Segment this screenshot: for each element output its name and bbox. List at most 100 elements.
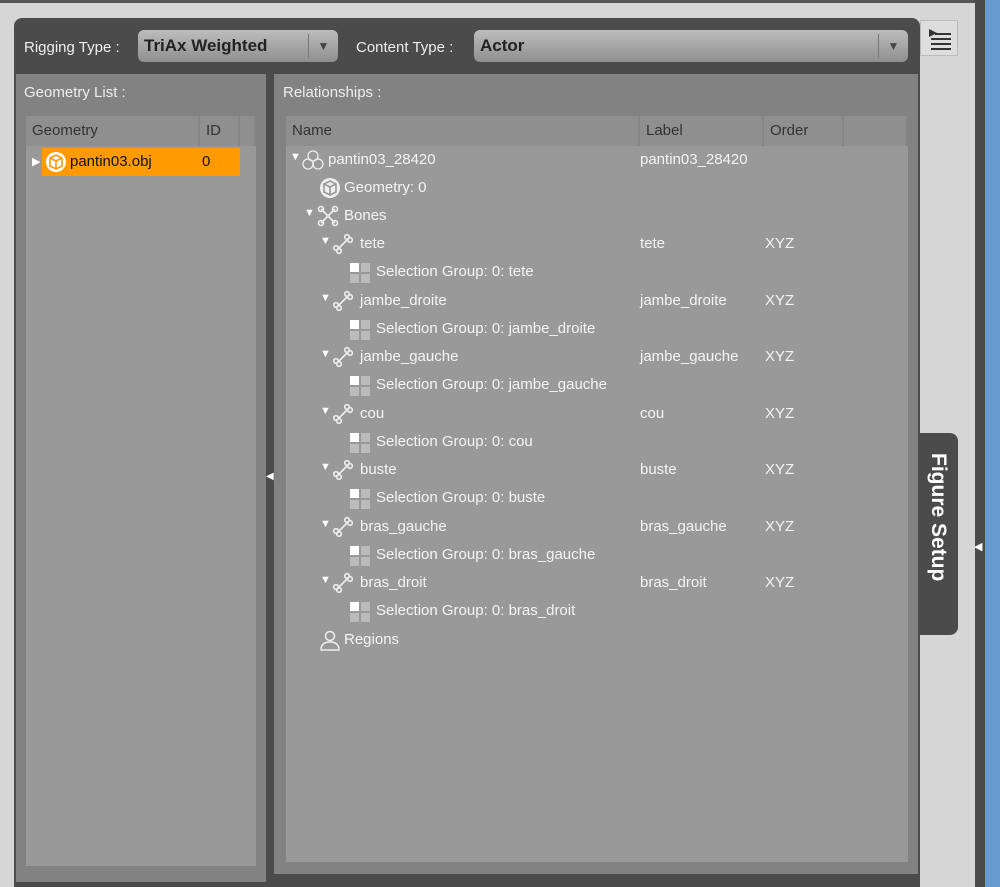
node-name: Selection Group: 0: buste [376, 489, 546, 506]
bone-icon [332, 516, 354, 537]
expand-arrow-icon[interactable]: ▼ [290, 151, 301, 163]
tree-row-selection-group[interactable]: Selection Group: 0: jambe_gauche [286, 371, 908, 399]
node-name: jambe_gauche [360, 348, 459, 365]
pane-menu-button[interactable] [920, 20, 958, 56]
tree-row-bone[interactable]: ▼ jambe_droite jambe_droite XYZ [286, 287, 908, 315]
figure-icon [302, 150, 324, 170]
bone-icon [332, 346, 354, 368]
tree-row-regions[interactable]: Regions [286, 626, 908, 654]
content-type-label: Content Type : [356, 39, 454, 56]
geometry-list-panel: Geometry List : Geometry ID ▶ pantin03.o… [16, 74, 266, 882]
content-type-dropdown[interactable]: Actor ▼ [474, 30, 908, 62]
node-name: bras_droit [360, 574, 427, 591]
figure-setup-pane: Rigging Type : TriAx Weighted ▼ Content T… [14, 18, 920, 887]
node-order: XYZ [765, 291, 795, 309]
node-order: XYZ [765, 404, 795, 422]
relationships-panel: Relationships : Name Label Order ▼ panti… [274, 74, 918, 874]
figure-setup-tab-label: Figure Setup [927, 453, 950, 582]
column-name[interactable]: Name [286, 116, 640, 146]
rigging-type-value: TriAx Weighted [144, 36, 268, 55]
column-spare [844, 116, 908, 146]
expand-arrow-icon[interactable]: ▼ [320, 518, 331, 530]
collapse-right-arrow-icon[interactable]: ◀ [974, 540, 982, 553]
tree-row-bones[interactable]: ▼ Bones [286, 202, 908, 230]
expand-arrow-icon[interactable]: ▼ [320, 461, 331, 473]
chevron-down-icon: ▼ [878, 34, 908, 58]
node-label: jambe_gauche [640, 348, 739, 365]
selection-group-icon [350, 432, 370, 453]
node-name: Selection Group: 0: bras_gauche [376, 545, 596, 563]
tree-row-selection-group[interactable]: Selection Group: 0: bras_gauche [286, 541, 908, 569]
node-name: Bones [344, 207, 387, 224]
selection-group-icon [350, 545, 370, 566]
viewport-edge [985, 0, 1000, 887]
expand-arrow-icon[interactable]: ▼ [304, 207, 315, 219]
tree-row-selection-group[interactable]: Selection Group: 0: bras_droit [286, 597, 908, 625]
table-row[interactable]: ▶ pantin03.obj 0 [26, 148, 240, 176]
tree-row-selection-group[interactable]: Selection Group: 0: tete [286, 258, 908, 286]
column-label[interactable]: Label [640, 116, 764, 146]
node-name: cou [360, 404, 385, 422]
node-label: bras_droit [640, 574, 707, 591]
selection-group-icon [350, 489, 370, 509]
tree-row-bone[interactable]: ▼ bras_gauche bras_gauche XYZ [286, 513, 908, 541]
tree-row-geometry[interactable]: Geometry: 0 [286, 174, 908, 202]
bone-icon [332, 459, 354, 481]
node-order: XYZ [765, 235, 795, 252]
node-name: bras_gauche [360, 517, 447, 535]
node-order: XYZ [765, 461, 795, 478]
bone-icon [332, 233, 354, 255]
tree-row-selection-group[interactable]: Selection Group: 0: buste [286, 484, 908, 512]
tree-row-bone[interactable]: ▼ cou cou XYZ [286, 400, 908, 428]
expand-arrow-icon[interactable]: ▼ [320, 292, 331, 304]
tree-row-root[interactable]: ▼ pantin03_28420 pantin03_28420 [286, 146, 908, 174]
bone-icon [332, 290, 354, 311]
bones-icon [317, 205, 339, 227]
tree-row-selection-group[interactable]: Selection Group: 0: jambe_droite [286, 315, 908, 343]
node-name: Selection Group: 0: jambe_droite [376, 319, 596, 337]
relationships-tree: Name Label Order ▼ pantin03_28420 pantin… [286, 116, 908, 862]
node-name: Regions [344, 630, 400, 648]
geometry-list-title: Geometry List : [24, 84, 126, 101]
node-order: XYZ [765, 574, 795, 591]
pane-divider [975, 0, 985, 887]
node-name: Selection Group: 0: bras_droit [376, 602, 576, 619]
rigging-type-dropdown[interactable]: TriAx Weighted ▼ [138, 30, 338, 62]
node-name: buste [360, 461, 397, 478]
node-name: tete [360, 235, 386, 252]
column-geometry[interactable]: Geometry [26, 116, 200, 146]
geometry-table: Geometry ID ▶ pantin03.obj 0 [26, 116, 256, 866]
rigging-type-label: Rigging Type : [24, 39, 120, 56]
figure-setup-tab[interactable]: Figure Setup [918, 433, 958, 635]
node-name: Selection Group: 0: tete [376, 263, 534, 280]
tree-row-bone[interactable]: ▼ tete tete XYZ [286, 230, 908, 258]
top-border [0, 0, 975, 3]
expand-arrow-icon[interactable]: ▼ [320, 235, 331, 247]
selection-group-icon [350, 263, 370, 283]
column-spare [240, 116, 256, 146]
node-label: bras_gauche [640, 517, 727, 535]
menu-icon [929, 29, 951, 50]
expand-arrow-icon[interactable]: ▼ [320, 348, 331, 360]
expand-arrow-icon[interactable]: ▶ [32, 155, 40, 168]
column-order[interactable]: Order [764, 116, 844, 146]
tree-row-bone[interactable]: ▼ buste buste XYZ [286, 456, 908, 484]
collapse-left-arrow-icon[interactable]: ◀ [266, 471, 274, 482]
expand-arrow-icon[interactable]: ▼ [320, 574, 331, 586]
bone-icon [332, 572, 354, 594]
content-type-value: Actor [480, 36, 525, 55]
node-label: jambe_droite [640, 291, 727, 309]
tree-row-bone[interactable]: ▼ bras_droit bras_droit XYZ [286, 569, 908, 597]
bone-icon [332, 403, 354, 424]
node-name: jambe_droite [360, 291, 447, 309]
column-id[interactable]: ID [200, 116, 240, 146]
node-label: cou [640, 404, 665, 422]
tree-row-selection-group[interactable]: Selection Group: 0: cou [286, 428, 908, 456]
selection-group-icon [350, 319, 370, 340]
node-name: pantin03_28420 [328, 151, 436, 168]
geometry-name: pantin03.obj [70, 153, 152, 170]
node-name: Geometry: 0 [344, 179, 427, 196]
node-name: Selection Group: 0: cou [376, 432, 533, 450]
tree-row-bone[interactable]: ▼ jambe_gauche jambe_gauche XYZ [286, 343, 908, 371]
expand-arrow-icon[interactable]: ▼ [320, 405, 331, 417]
